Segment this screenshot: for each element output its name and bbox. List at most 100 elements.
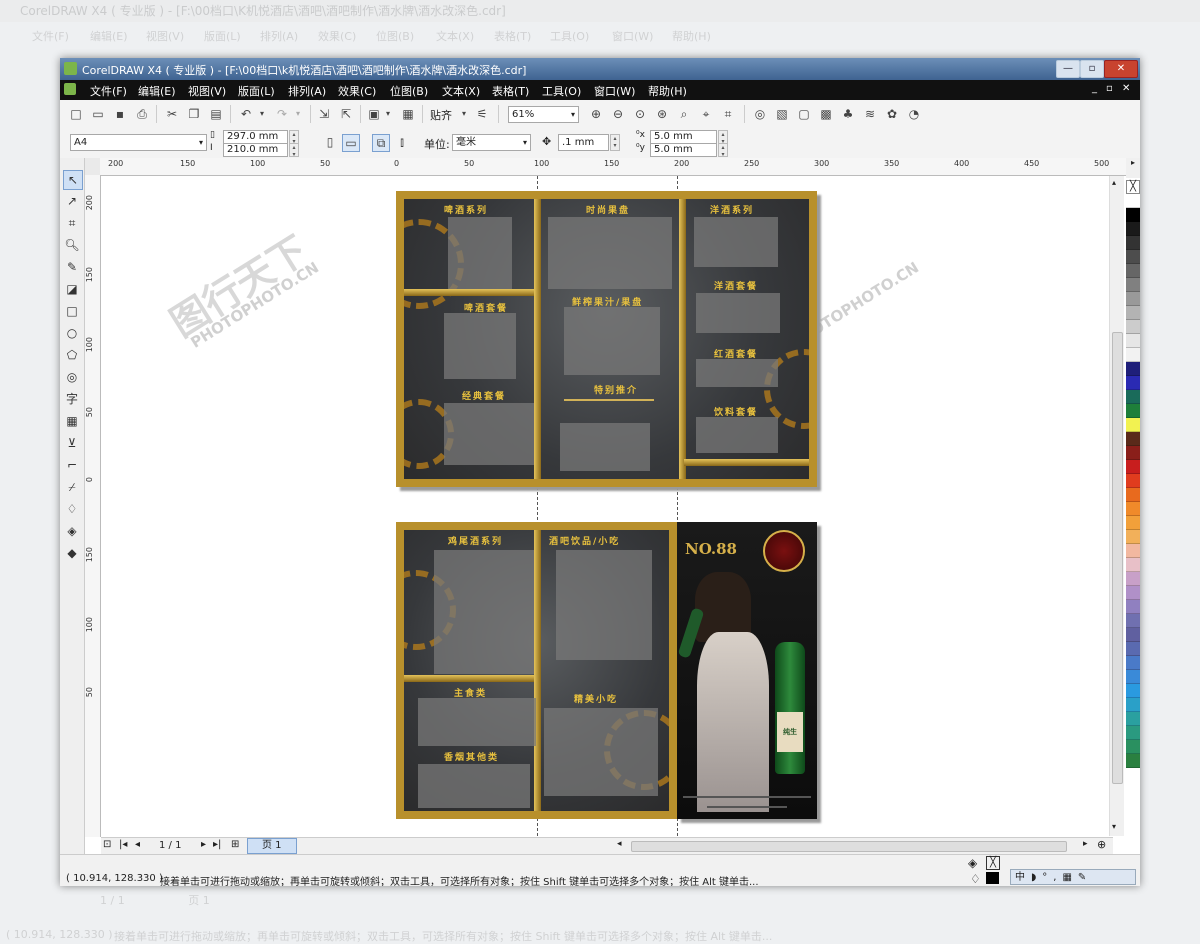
open-icon[interactable]: ▭: [90, 106, 106, 122]
palette-scroll-up-icon[interactable]: ▸: [1126, 158, 1140, 178]
parallel-dimension-tool-icon[interactable]: ⊻: [63, 434, 81, 452]
menu-effects[interactable]: 效果(C): [338, 83, 376, 99]
effects-icon[interactable]: ≋: [862, 106, 878, 122]
export-icon[interactable]: ⇱: [338, 106, 354, 122]
snap-to-label[interactable]: 贴齐: [430, 107, 452, 123]
cut-icon[interactable]: ✂: [164, 106, 180, 122]
doc-minimize-icon[interactable]: _: [1092, 83, 1097, 94]
color-swatch[interactable]: [1126, 236, 1140, 250]
color-swatch[interactable]: [1126, 432, 1140, 446]
close-button[interactable]: ✕: [1104, 60, 1138, 78]
color-swatch[interactable]: [1126, 222, 1140, 236]
menu-window[interactable]: 窗口(W): [594, 83, 635, 99]
current-page-icon[interactable]: ⫾: [394, 134, 410, 150]
doc-close-icon[interactable]: ✕: [1122, 83, 1130, 94]
page-height-spinner[interactable]: ▴ ▾: [289, 143, 299, 158]
all-pages-icon[interactable]: ⧉: [372, 134, 390, 152]
color-swatch[interactable]: [1126, 572, 1140, 586]
color-swatch[interactable]: [1126, 586, 1140, 600]
color-swatch[interactable]: [1126, 488, 1140, 502]
color-swatch[interactable]: [1126, 530, 1140, 544]
next-page-icon[interactable]: ▸: [201, 839, 206, 850]
language-bar[interactable]: 中◗°,▦✎: [1010, 869, 1136, 885]
scroll-left-icon[interactable]: ◂: [617, 839, 622, 849]
color-swatch[interactable]: [1126, 418, 1140, 432]
import-icon[interactable]: ⇲: [316, 106, 332, 122]
color-swatch[interactable]: [1126, 656, 1140, 670]
horizontal-ruler[interactable]: 200 150 100 50 0 50 100 150 200 250 300 …: [100, 158, 1140, 176]
navigator-zoom-icon[interactable]: ⊕: [1097, 838, 1106, 851]
rectangle-tool-icon[interactable]: □: [63, 302, 81, 320]
undo-icon[interactable]: ↶: [238, 106, 254, 122]
duplicate-x-field[interactable]: 5.0 mm: [650, 130, 717, 144]
menu-layout[interactable]: 版面(L): [238, 83, 275, 99]
shape-tool-icon[interactable]: ↗: [63, 192, 81, 210]
horizontal-scroll-thumb[interactable]: [631, 841, 1067, 852]
menu-bitmaps[interactable]: 位图(B): [390, 83, 428, 99]
menu-sheet-outside[interactable]: 鸡尾酒系列 酒吧饮品/小吃 主食类 精美小吃 香烟其他类: [396, 522, 677, 819]
undo-dropdown-icon[interactable]: ▾: [254, 106, 270, 122]
zoom-tool-icon[interactable]: 🔍︎: [63, 236, 81, 254]
color-swatch[interactable]: [1126, 754, 1140, 768]
menu-file[interactable]: 文件(F): [90, 83, 127, 99]
color-swatch[interactable]: [1126, 642, 1140, 656]
color-swatch[interactable]: [1126, 474, 1140, 488]
full-screen-preview-icon[interactable]: ◎: [752, 106, 768, 122]
ruler-origin-icon[interactable]: [84, 158, 101, 176]
launcher-dropdown-icon[interactable]: ▾: [380, 106, 396, 122]
bitmap-trace-icon[interactable]: ▩: [818, 106, 834, 122]
color-swatch[interactable]: [1126, 558, 1140, 572]
color-swatch[interactable]: [1126, 684, 1140, 698]
color-swatch[interactable]: [1126, 390, 1140, 404]
scroll-up-icon[interactable]: ▴: [1112, 178, 1116, 187]
color-swatch[interactable]: [1126, 278, 1140, 292]
color-swatch[interactable]: [1126, 362, 1140, 376]
color-swatch[interactable]: [1126, 334, 1140, 348]
basic-shapes-tool-icon[interactable]: ◎: [63, 368, 81, 386]
vertical-scrollbar[interactable]: ▴ ▾: [1109, 176, 1124, 836]
menu-arrange[interactable]: 排列(A): [288, 83, 326, 99]
smart-fill-tool-icon[interactable]: ◪: [63, 280, 81, 298]
color-swatch[interactable]: [1126, 306, 1140, 320]
interactive-fill-tool-icon[interactable]: ◆: [63, 544, 81, 562]
color-swatch[interactable]: [1126, 628, 1140, 642]
corel-online-icon[interactable]: ◔: [906, 106, 922, 122]
ime-keyboard-icon[interactable]: ▦: [1062, 872, 1077, 883]
first-page-icon[interactable]: |◂: [119, 839, 127, 850]
zoom-height-icon[interactable]: ⌗: [720, 106, 736, 122]
zoom-all-objects-icon[interactable]: ⊛: [654, 106, 670, 122]
color-swatch[interactable]: [1126, 712, 1140, 726]
connector-tool-icon[interactable]: ⌐: [63, 456, 81, 474]
nudge-spinner[interactable]: ▴ ▾: [610, 134, 620, 151]
color-styles-icon[interactable]: ✿: [884, 106, 900, 122]
menu-tools[interactable]: 工具(O): [542, 83, 581, 99]
color-swatch[interactable]: [1126, 264, 1140, 278]
corel-capture-icon[interactable]: ▢: [796, 106, 812, 122]
page-height-field[interactable]: 210.0 mm: [223, 143, 288, 157]
menu-edit[interactable]: 编辑(E): [138, 83, 176, 99]
copy-icon[interactable]: ❐: [186, 106, 202, 122]
color-swatch[interactable]: [1126, 208, 1140, 222]
snap-dropdown-icon[interactable]: ▾: [456, 106, 472, 122]
zoom-page-icon[interactable]: ⌕: [676, 106, 692, 122]
welcome-screen-icon[interactable]: ▦: [400, 106, 416, 122]
color-swatch[interactable]: [1126, 698, 1140, 712]
color-swatch[interactable]: [1126, 740, 1140, 754]
add-page-after-icon[interactable]: ⊞: [231, 839, 239, 850]
edit-bitmap-icon[interactable]: ▧: [774, 106, 790, 122]
paper-size-select[interactable]: A4 ▾: [70, 134, 207, 151]
landscape-icon[interactable]: ▭: [342, 134, 360, 152]
drawing-canvas[interactable]: 图行天下 PHOTOPHOTO.CN PHOTOPHOTO.CN 啤酒系列 啤酒…: [101, 176, 1113, 836]
page-tab[interactable]: 页 1: [247, 838, 297, 854]
fill-tool-icon[interactable]: ◈: [63, 522, 81, 540]
redo-dropdown-icon[interactable]: ▾: [290, 106, 306, 122]
units-select[interactable]: 毫米 ▾: [452, 134, 531, 151]
doc-restore-icon[interactable]: ▫: [1106, 83, 1113, 94]
color-swatch[interactable]: [1126, 404, 1140, 418]
color-swatch[interactable]: [1126, 250, 1140, 264]
zoom-out-icon[interactable]: ⊖: [610, 106, 626, 122]
vertical-scroll-thumb[interactable]: [1112, 332, 1123, 784]
color-swatch[interactable]: [1126, 376, 1140, 390]
freehand-tool-icon[interactable]: ✎: [63, 258, 81, 276]
color-swatch[interactable]: [1126, 726, 1140, 740]
